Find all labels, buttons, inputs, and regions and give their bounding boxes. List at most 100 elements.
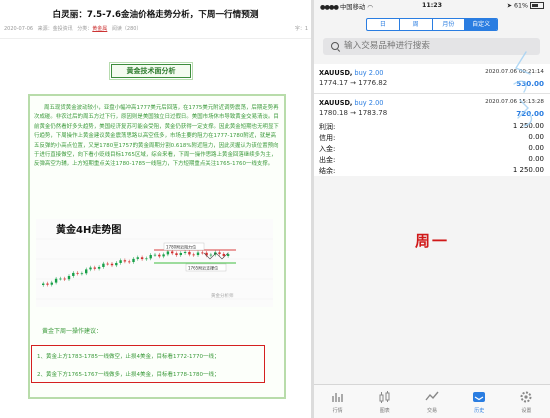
- order-price: 1774.17 → 1776.82: [319, 79, 388, 87]
- candle: [226, 254, 230, 256]
- battery-icon: [530, 2, 544, 9]
- segment-week[interactable]: 周: [400, 19, 433, 30]
- handwritten-watermark: [513, 51, 533, 127]
- candle: [50, 282, 53, 285]
- candle: [54, 278, 58, 283]
- order-price: 1780.18 → 1783.78: [319, 109, 388, 117]
- order-side: buy 2.00: [354, 69, 384, 77]
- summary-label: 结余:: [319, 167, 336, 175]
- candle: [115, 262, 118, 266]
- candle: [201, 252, 204, 254]
- category-link[interactable]: 黄金属: [92, 26, 107, 32]
- status-bar: ●●●● 中国移动 ◠ 11:23 ➤ 61%: [314, 0, 550, 12]
- chart-title: 黄金4H走势图: [56, 225, 122, 236]
- tab-history[interactable]: 历史: [456, 385, 503, 418]
- source-name[interactable]: 金投资讯: [53, 26, 73, 32]
- article-date: 2020-07-06: [4, 26, 34, 32]
- candle: [119, 260, 122, 263]
- candle: [67, 275, 71, 280]
- battery: ➤ 61%: [507, 2, 544, 10]
- candle: [63, 278, 66, 280]
- candle: [110, 263, 114, 266]
- tab-trade[interactable]: 交易: [408, 385, 455, 418]
- gold-4h-chart: 1780附近阻力位 1765附近支撑位 黄金分析师 黄金4H走势图: [36, 219, 273, 307]
- account-summary: 利润: 1 250.00 信用: 0.00 入金: 0.00 出金: 0.00 结余: 1…: [314, 121, 550, 176]
- candle: [145, 258, 148, 260]
- section-title: 黄金技术面分析: [109, 62, 193, 80]
- candle: [89, 267, 92, 270]
- candle: [158, 254, 161, 257]
- section-title-text: 黄金技术面分析: [126, 67, 176, 75]
- period-segmented-control: 日 周 月份 自定义: [366, 18, 498, 31]
- summary-row-deposit: 入金: 0.00: [314, 143, 550, 154]
- candle: [209, 254, 213, 256]
- candle: [46, 283, 49, 285]
- candle: [42, 283, 45, 285]
- summary-value: 1 250.00: [512, 166, 544, 174]
- search-placeholder: 输入交易品种进行搜索: [344, 41, 430, 51]
- order-symbol: XAUUSD, buy 2.00: [319, 69, 384, 77]
- tab-label: 历史: [474, 408, 485, 414]
- chart-watermark: 黄金分析师: [211, 292, 234, 299]
- tab-chart[interactable]: 图表: [361, 385, 408, 418]
- segment-month[interactable]: 月份: [433, 19, 466, 30]
- candle: [85, 269, 88, 274]
- candle: [162, 254, 165, 257]
- meta-divider: [0, 38, 311, 39]
- chart-icon: [379, 391, 390, 403]
- summary-label: 出金:: [319, 156, 336, 164]
- location-icon: ➤: [506, 2, 512, 10]
- battery-percent: 61%: [514, 2, 528, 10]
- summary-row-withdrawal: 出金: 0.00: [314, 154, 550, 165]
- read-count: 阅读（280）: [111, 26, 142, 32]
- candle: [179, 252, 182, 256]
- tab-settings[interactable]: 设置: [503, 385, 550, 418]
- trading-app: ●●●● 中国移动 ◠ 11:23 ➤ 61% 日 周 月份 自定义 输入交易品…: [314, 0, 550, 418]
- tab-label: 设置: [521, 408, 532, 414]
- candle: [166, 251, 170, 255]
- order-symbol: XAUUSD, buy 2.00: [319, 99, 384, 107]
- candle: [123, 260, 127, 262]
- candle: [153, 254, 157, 256]
- segment-custom[interactable]: 自定义: [465, 19, 497, 30]
- summary-label: 入金:: [319, 145, 336, 153]
- candle: [136, 257, 139, 259]
- trade-icon: [425, 391, 439, 401]
- candle: [93, 267, 96, 269]
- tab-label: 交易: [427, 408, 438, 414]
- summary-row-credit: 信用: 0.00: [314, 132, 550, 143]
- weekday-annotation: 周一: [414, 232, 449, 250]
- candle: [196, 252, 200, 256]
- font-size-control[interactable]: 字：1: [295, 25, 308, 32]
- candle: [171, 251, 174, 254]
- candle: [102, 263, 105, 267]
- segment-day[interactable]: 日: [367, 19, 400, 30]
- summary-value: 0.00: [528, 133, 544, 141]
- order-side: buy 2.00: [354, 99, 384, 107]
- resistance-label: 1780附近阻力位: [166, 244, 196, 250]
- candle: [59, 278, 62, 280]
- candle: [72, 272, 75, 276]
- tab-label: 行情: [332, 408, 343, 414]
- summary-label: 利润:: [319, 123, 336, 131]
- history-icon: [473, 392, 486, 402]
- summary-row-balance: 结余: 1 250.00: [314, 165, 550, 176]
- candle: [183, 251, 187, 253]
- advice-title: 黄金下周一操作建议：: [42, 328, 103, 335]
- bottom-tab-bar: 行情 图表 交易 历史 设置: [314, 384, 550, 418]
- candle: [76, 272, 79, 274]
- candle: [192, 254, 195, 256]
- candle: [106, 263, 109, 265]
- category-label: 分类：: [77, 26, 93, 32]
- advice-item: 1、黄金上方1783-1785一线做空，止损4美金，目标看1772-1770一线…: [37, 354, 220, 360]
- summary-value: 0.00: [528, 155, 544, 163]
- summary-value: 0.00: [528, 144, 544, 152]
- tab-quotes[interactable]: 行情: [314, 385, 361, 418]
- candle: [132, 258, 135, 263]
- quotes-icon: [331, 393, 343, 402]
- candle: [80, 273, 84, 275]
- analysis-paragraph: 周五现货黄金波动较小，亚盘小幅冲高1777美元后回落，在1775美元附近调势震荡…: [34, 105, 279, 168]
- candle: [128, 261, 131, 263]
- source-label: 来源：: [37, 26, 53, 32]
- article-title: 白灵丽：7.5-7.6金油价格走势分析，下周一行情预测: [52, 10, 259, 20]
